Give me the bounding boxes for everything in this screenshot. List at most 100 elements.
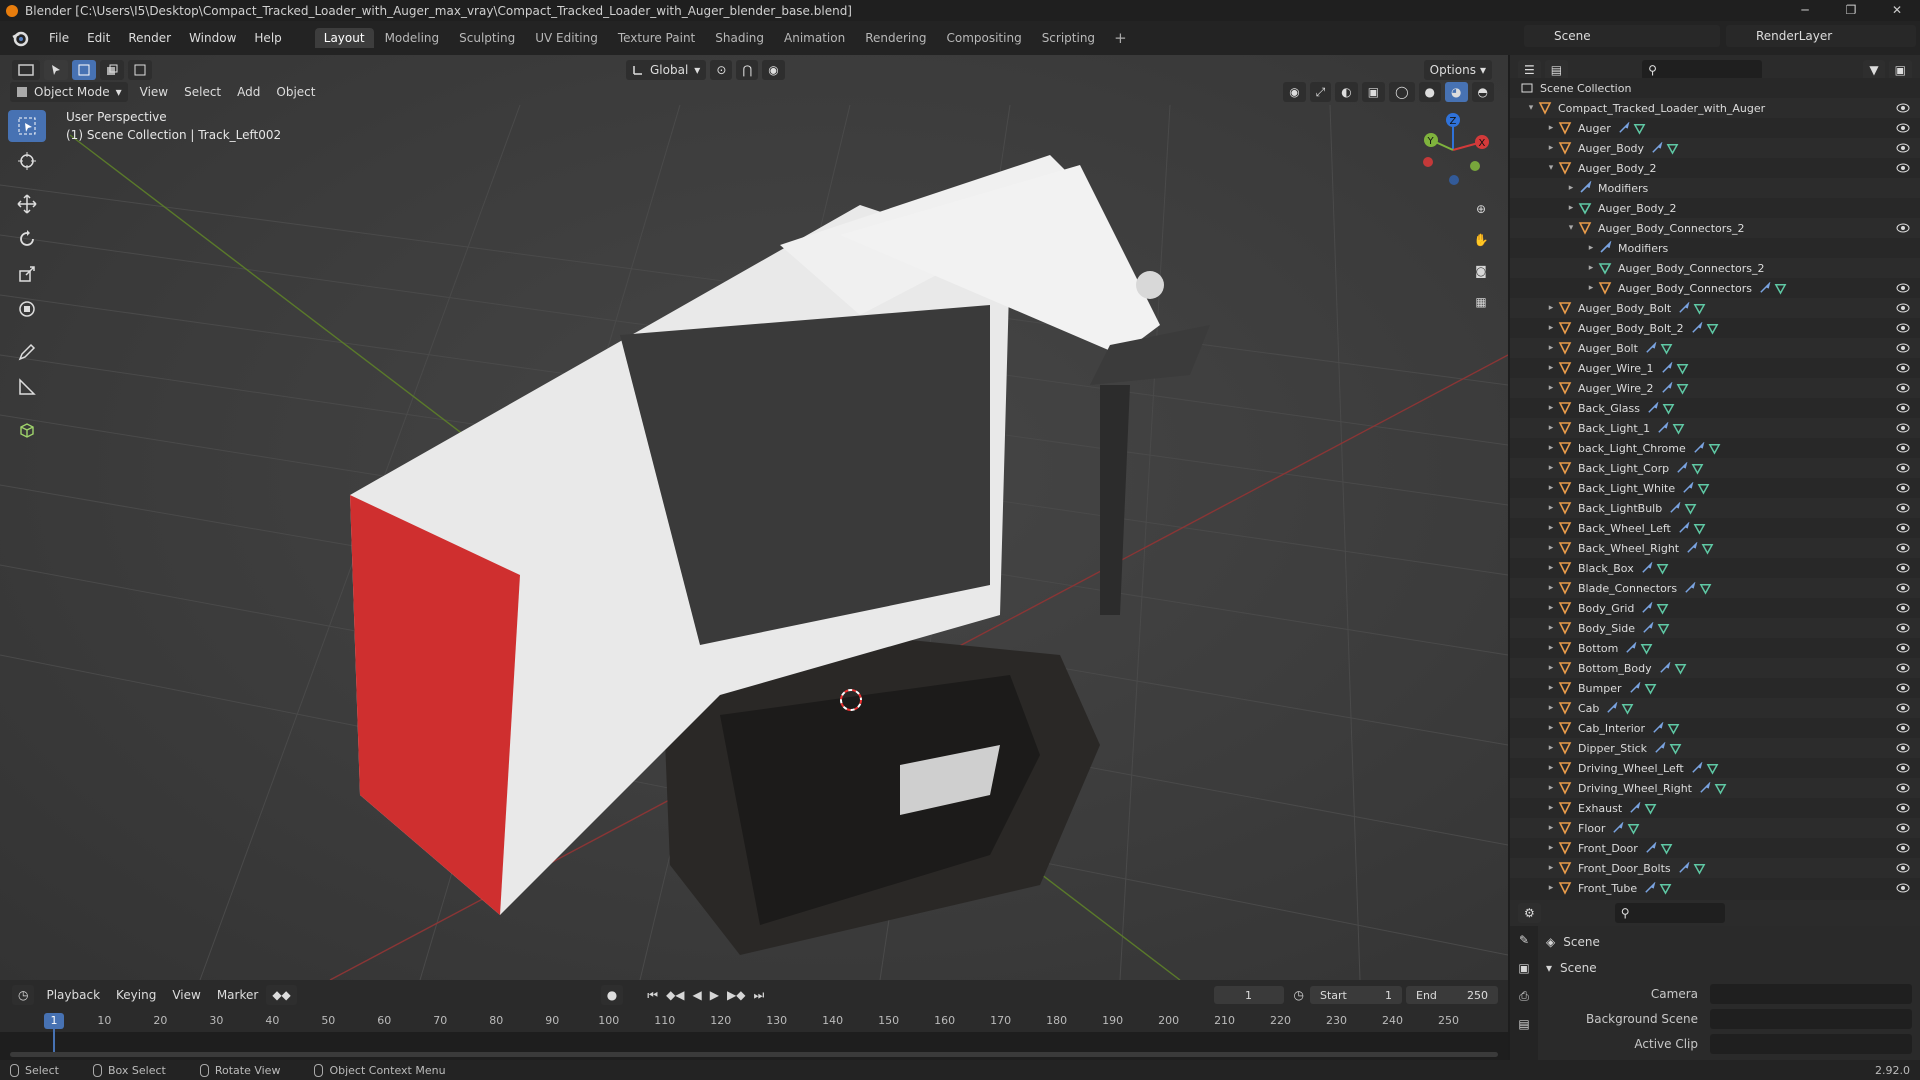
eye-icon[interactable]	[1896, 802, 1910, 814]
outliner-row[interactable]: ▸ Cab_Interior	[1510, 718, 1920, 738]
mesh-icon[interactable]	[1662, 402, 1675, 415]
mesh-icon[interactable]	[1656, 602, 1669, 615]
chevron-right-icon[interactable]: ▸	[1544, 423, 1558, 433]
outliner-row[interactable]: ▸ Front_Tube	[1510, 878, 1920, 898]
chevron-right-icon[interactable]: ▸	[1544, 803, 1558, 813]
mesh-icon[interactable]	[1699, 582, 1712, 595]
property-field[interactable]	[1710, 1009, 1912, 1029]
wrench-icon[interactable]	[1660, 361, 1673, 375]
tab-uv-editing[interactable]: UV Editing	[526, 28, 607, 48]
record-button[interactable]: ●	[600, 985, 624, 1005]
eye-icon[interactable]	[1896, 642, 1910, 654]
mesh-icon[interactable]	[1706, 762, 1719, 775]
eye-icon[interactable]	[1896, 702, 1910, 714]
visibility-dropdown[interactable]: ◉	[1283, 82, 1306, 102]
eye-icon[interactable]	[1896, 682, 1910, 694]
wrench-icon[interactable]	[1617, 121, 1630, 135]
outliner-row[interactable]: ▸ Body_Side	[1510, 618, 1920, 638]
3d-viewport[interactable]	[0, 55, 1508, 980]
mesh-icon[interactable]	[1656, 562, 1669, 575]
chevron-right-icon[interactable]: ▸	[1544, 303, 1558, 313]
eye-icon[interactable]	[1896, 622, 1910, 634]
outliner-row[interactable]: ▸ Dipper_Stick	[1510, 738, 1920, 758]
menu-render[interactable]: Render	[119, 31, 180, 45]
outliner-row[interactable]: ▸ Cab	[1510, 698, 1920, 718]
outliner-row[interactable]: ▸ Back_Wheel_Right	[1510, 538, 1920, 558]
wrench-icon[interactable]	[1668, 501, 1681, 515]
tab-rendering[interactable]: Rendering	[856, 28, 935, 48]
stopwatch-icon[interactable]: ◷	[1294, 988, 1304, 1002]
timeline-scrollbar[interactable]	[10, 1052, 1498, 1057]
timeline-menu-keying[interactable]: Keying	[108, 988, 164, 1002]
wrench-icon[interactable]	[1698, 781, 1711, 795]
property-field[interactable]	[1710, 984, 1912, 1004]
mesh-icon[interactable]	[1669, 742, 1682, 755]
outliner-row[interactable]: ▸ Auger_Body_Bolt	[1510, 298, 1920, 318]
outliner-row[interactable]: ▸ Bottom	[1510, 638, 1920, 658]
timeline-menu-playback[interactable]: Playback	[38, 988, 108, 1002]
outliner-search-input[interactable]: ⚲	[1642, 60, 1763, 80]
wrench-icon[interactable]	[1677, 521, 1690, 535]
scale-tool[interactable]	[8, 258, 46, 290]
mesh-icon[interactable]	[1774, 282, 1787, 295]
tab-texture-paint[interactable]: Texture Paint	[609, 28, 704, 48]
rotate-tool[interactable]	[8, 223, 46, 255]
mesh-icon[interactable]	[1644, 802, 1657, 815]
eye-icon[interactable]	[1896, 282, 1910, 294]
eye-icon[interactable]	[1896, 122, 1910, 134]
end-frame-field[interactable]: End 250	[1406, 986, 1498, 1004]
wrench-icon[interactable]	[1644, 841, 1657, 855]
eye-icon[interactable]	[1896, 322, 1910, 334]
outliner-row[interactable]: ▾ Auger_Body_Connectors_2	[1510, 218, 1920, 238]
xray-toggle[interactable]: ▣	[1361, 82, 1386, 102]
outliner-row[interactable]: ▸ Black_Box	[1510, 558, 1920, 578]
outliner-row[interactable]: ▸ Back_Wheel_Left	[1510, 518, 1920, 538]
chevron-right-icon[interactable]: ▸	[1544, 363, 1558, 373]
viewport-menu-object[interactable]: Object	[268, 85, 323, 99]
next-keyframe-button[interactable]: ▶◆	[723, 988, 749, 1002]
eye-icon[interactable]	[1896, 862, 1910, 874]
chevron-right-icon[interactable]: ▸	[1544, 823, 1558, 833]
wrench-icon[interactable]	[1628, 681, 1641, 695]
wrench-icon[interactable]	[1690, 321, 1703, 335]
chevron-right-icon[interactable]: ▸	[1544, 843, 1558, 853]
chevron-right-icon[interactable]: ▸	[1544, 703, 1558, 713]
start-frame-field[interactable]: Start 1	[1310, 986, 1402, 1004]
mesh-icon[interactable]	[1660, 342, 1673, 355]
select-box-tool[interactable]	[8, 110, 46, 142]
mesh-icon[interactable]	[1697, 482, 1710, 495]
select-tool-button[interactable]	[44, 60, 68, 80]
pivot-point-dropdown[interactable]: ⊙	[710, 60, 733, 80]
outliner-row[interactable]: ▸ Modifiers	[1510, 178, 1920, 198]
mode-dropdown[interactable]: Object Mode ▾	[10, 82, 128, 102]
blender-logo-icon[interactable]	[10, 28, 30, 48]
timeline-menu-marker[interactable]: Marker	[209, 988, 266, 1002]
mesh-icon[interactable]	[1627, 822, 1640, 835]
outliner-row[interactable]: ▸ Auger_Body_Connectors	[1510, 278, 1920, 298]
menu-file[interactable]: File	[40, 31, 78, 45]
wrench-icon[interactable]	[1640, 561, 1653, 575]
eye-icon[interactable]	[1896, 662, 1910, 674]
editor-type-button[interactable]	[12, 60, 40, 80]
chevron-right-icon[interactable]: ▸	[1544, 883, 1558, 893]
eye-icon[interactable]	[1896, 882, 1910, 894]
outliner-editor-type-button[interactable]: ☰	[1518, 60, 1541, 80]
mesh-icon[interactable]	[1674, 662, 1687, 675]
timeline-editor-type-button[interactable]: ◷	[12, 985, 35, 1005]
chevron-right-icon[interactable]: ▸	[1584, 283, 1598, 293]
mesh-icon[interactable]	[1684, 502, 1697, 515]
wrench-icon[interactable]	[1640, 601, 1653, 615]
wrench-icon[interactable]	[1641, 621, 1654, 635]
mesh-icon[interactable]	[1657, 622, 1670, 635]
properties-editor-type-button[interactable]: ⚙	[1518, 903, 1541, 923]
chevron-right-icon[interactable]: ▸	[1544, 483, 1558, 493]
eye-icon[interactable]	[1896, 362, 1910, 374]
outliner-row[interactable]: ▸ Modifiers	[1510, 238, 1920, 258]
overlays-toggle[interactable]: ◐	[1335, 82, 1358, 102]
scene-selector[interactable]: Scene	[1524, 25, 1720, 47]
eye-icon[interactable]	[1896, 462, 1910, 474]
eye-icon[interactable]	[1896, 382, 1910, 394]
shading-material-button[interactable]: ◕	[1445, 82, 1468, 102]
gizmo-toggle[interactable]: ⤢	[1309, 82, 1332, 102]
mesh-icon[interactable]	[1640, 642, 1653, 655]
